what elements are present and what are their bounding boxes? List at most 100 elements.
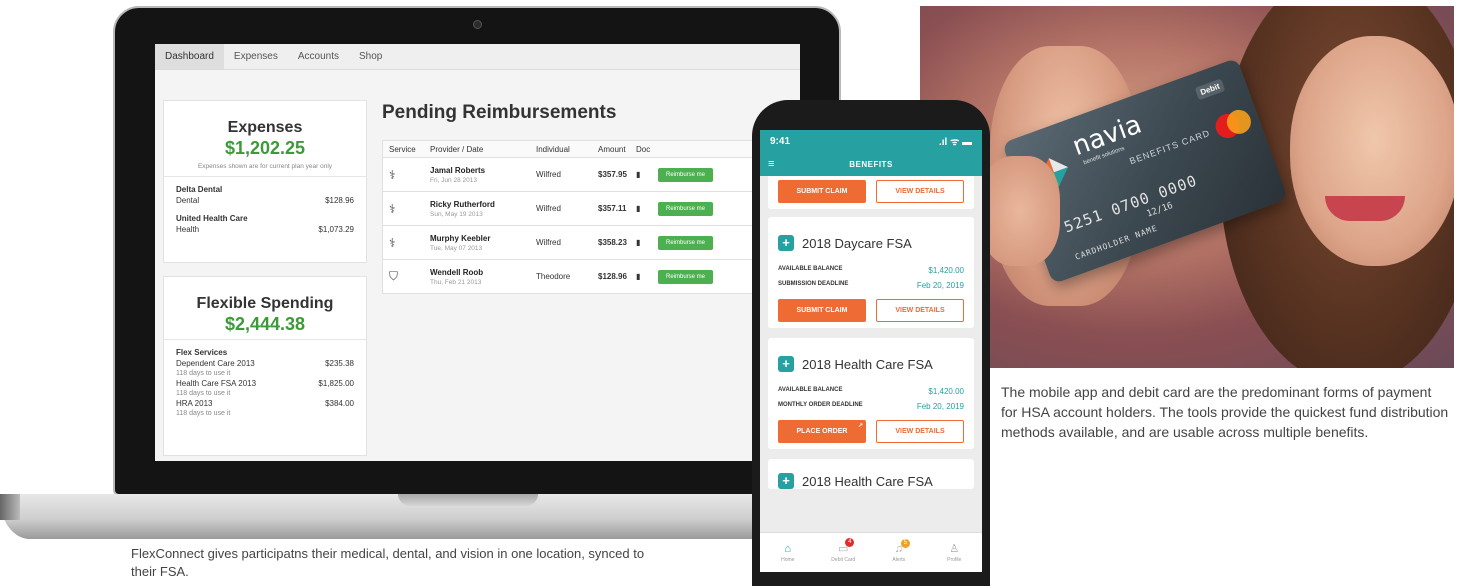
tab-expenses[interactable]: Expenses [224, 44, 288, 69]
laptop-screen: Dashboard Expenses Accounts Shop Expense… [155, 44, 800, 461]
deadline-row: SUBMISSION DEADLINE Feb 20, 2019 [778, 281, 964, 290]
card-number: 5251 0700 0000 [1061, 171, 1200, 237]
medical-kit-icon: + [778, 235, 794, 251]
benefit-card-peek: +2018 Health Care FSA [768, 459, 974, 489]
submit-claim-button[interactable]: SUBMIT CLAIM [778, 180, 866, 203]
laptop-caption: FlexConnect gives participatns their med… [131, 546, 645, 579]
tab-shop[interactable]: Shop [349, 44, 392, 69]
person-icon: ♙ [949, 543, 960, 555]
status-bar: 9:41 .ıl ᯤ ▬ [760, 130, 982, 152]
phone: 9:41 .ıl ᯤ ▬ ≡ BENEFITS SUBMIT CLAIM VIE… [752, 100, 990, 586]
provider-name: United Health Care [176, 214, 248, 223]
expenses-title: Expenses [227, 119, 303, 136]
flex-item-sub: 118 days to use it [176, 410, 231, 417]
flex-item: HRA 2013 $384.00 [176, 399, 354, 408]
col-header: Provider / Date [430, 144, 484, 154]
table-row: ⚕ Ricky Rutherford Sun, May 19 2013 Wilfr… [382, 192, 800, 226]
flex-title: Flexible Spending [196, 295, 334, 312]
nav-tabs: Dashboard Expenses Accounts Shop [155, 44, 800, 70]
expenses-note: Expenses shown are for current plan year… [164, 163, 366, 177]
table-header: Service Provider / Date Individual Amoun… [382, 140, 800, 158]
col-header: Doc [636, 144, 651, 154]
medical-kit-icon: + [778, 356, 794, 372]
debit-card-photo: navia benefit solutions BENEFITS CARD De… [920, 6, 1454, 368]
amount: $357.95 [598, 170, 627, 179]
reimburse-button[interactable]: Reimburse me [658, 167, 714, 182]
individual: Wilfred [536, 238, 561, 247]
tab-accounts[interactable]: Accounts [288, 44, 349, 69]
reimburse-button[interactable]: Reimburse me [658, 269, 714, 284]
laptop: Dashboard Expenses Accounts Shop Expense… [113, 6, 841, 496]
stethoscope-icon: ⚕ [389, 167, 396, 182]
tab-dashboard[interactable]: Dashboard [155, 44, 224, 69]
expenses-amount: $1,202.25 [224, 138, 306, 158]
flex-amount: $2,444.38 [224, 314, 306, 334]
balance-row: AVAILABLE BALANCE $1,420.00 [778, 266, 964, 275]
flex-item-sub: 118 days to use it [176, 370, 231, 377]
home-icon: ⌂ [784, 542, 792, 555]
place-order-button[interactable]: PLACE ORDER ↗ [778, 420, 866, 443]
document-icon[interactable]: ▮ [636, 170, 640, 179]
tooth-icon: ⛉ [389, 269, 399, 283]
document-icon[interactable]: ▮ [636, 204, 640, 213]
benefit-title: 2018 Daycare FSA [802, 235, 912, 251]
notification-badge: 5 [900, 538, 910, 548]
medical-kit-icon: + [778, 473, 794, 489]
provider-name: Wendell Roob [430, 267, 484, 277]
submit-claim-button[interactable]: SUBMIT CLAIM [778, 299, 866, 322]
table-row: ⚕ Jamal Roberts Fri, Jun 28 2013 Wilfred … [382, 158, 800, 192]
expenses-card: Expenses $1,202.25 Expenses shown are fo… [163, 100, 367, 263]
status-icons: .ıl ᯤ ▬ [938, 137, 972, 148]
face-shape [1290, 36, 1454, 266]
debit-label: Debit [1194, 78, 1226, 101]
provider-date: Thu, Feb 21 2013 [430, 278, 482, 286]
app-bar: ≡ BENEFITS [760, 152, 982, 176]
individual: Theodore [536, 272, 571, 281]
menu-icon[interactable]: ≡ [768, 158, 774, 170]
provider-date: Sun, May 19 2013 [430, 210, 483, 218]
stethoscope-icon: ⚕ [389, 235, 396, 250]
view-details-button[interactable]: VIEW DETAILS [876, 299, 964, 322]
mastercard-logo-icon [1215, 109, 1251, 139]
amount: $358.23 [598, 238, 627, 247]
col-header: Amount [598, 144, 626, 154]
bottom-tab-bar: ⌂ Home ▭ 4 Debit Card ♫ 5 Alerts ♙ Profile [760, 532, 982, 572]
flex-item: Health Care FSA 2013 $1,825.00 [176, 379, 354, 388]
tab-alerts[interactable]: ♫ 5 Alerts [879, 538, 919, 563]
stethoscope-icon: ⚕ [389, 201, 396, 216]
provider-date: Fri, Jun 28 2013 [430, 176, 477, 184]
tab-home[interactable]: ⌂ Home [768, 543, 808, 563]
col-header: Individual [536, 144, 570, 154]
app-title: BENEFITS [849, 159, 893, 169]
divider [164, 339, 366, 340]
table-row: ⛉ Wendell Roob Thu, Feb 21 2013 Theodore … [382, 260, 800, 294]
benefit-card: +2018 Daycare FSA AVAILABLE BALANCE $1,42… [768, 217, 974, 328]
provider-name: Ricky Rutherford [430, 199, 495, 209]
view-details-button[interactable]: VIEW DETAILS [876, 420, 964, 443]
amount: $357.11 [598, 204, 627, 213]
view-details-button[interactable]: VIEW DETAILS [876, 180, 964, 203]
provider-name: Jamal Roberts [430, 165, 486, 175]
provider-name: Delta Dental [176, 185, 223, 194]
document-icon[interactable]: ▮ [636, 272, 640, 281]
card-icon: ▭ [838, 543, 849, 555]
laptop-camera [473, 20, 482, 29]
provider-date: Tue, May 07 2013 [430, 244, 483, 252]
individual: Wilfred [536, 204, 561, 213]
bell-icon: ♫ [894, 542, 903, 555]
document-icon[interactable]: ▮ [636, 238, 640, 247]
provider-line: Dental $128.96 [176, 196, 354, 205]
balance-row: AVAILABLE BALANCE $1,420.00 [778, 387, 964, 396]
amount: $128.96 [598, 272, 627, 281]
tab-debit-card[interactable]: ▭ 4 Debit Card [823, 538, 863, 563]
laptop-notch [398, 494, 538, 506]
reimburse-button[interactable]: Reimburse me [658, 235, 714, 250]
tab-profile[interactable]: ♙ Profile [934, 542, 974, 563]
provider-name: Murphy Keebler [430, 233, 491, 243]
flex-spending-card: Flexible Spending $2,444.38 Flex Service… [163, 276, 367, 456]
benefit-card-partial: SUBMIT CLAIM VIEW DETAILS [768, 176, 974, 209]
reimburse-button[interactable]: Reimburse me [658, 201, 714, 216]
flex-section: Flex Services [176, 348, 228, 357]
phone-screen: 9:41 .ıl ᯤ ▬ ≡ BENEFITS SUBMIT CLAIM VIE… [760, 130, 982, 572]
provider-line: Health $1,073.29 [176, 225, 354, 234]
